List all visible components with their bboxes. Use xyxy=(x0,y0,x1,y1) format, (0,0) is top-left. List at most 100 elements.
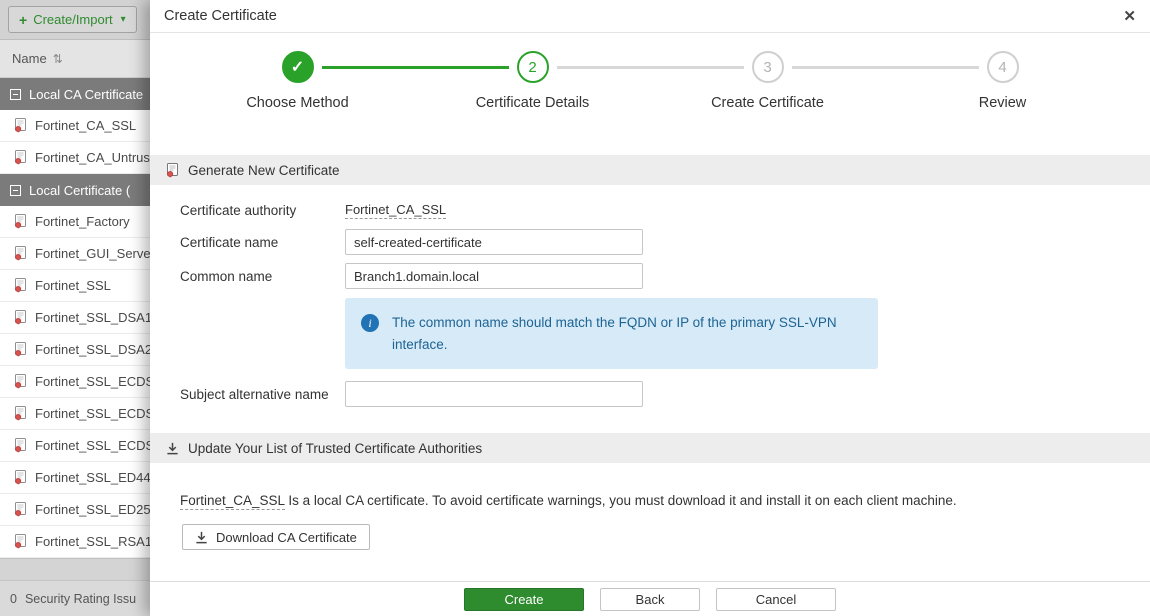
list-item[interactable]: Fortinet_SSL_ECDSA256 xyxy=(0,366,150,398)
certificate-icon xyxy=(14,438,27,453)
step-label: Choose Method xyxy=(246,95,348,111)
list-item[interactable]: Fortinet_SSL_DSA2048 xyxy=(0,334,150,366)
step-1[interactable]: ✓ Choose Method xyxy=(180,51,415,111)
cancel-button[interactable]: Cancel xyxy=(716,588,836,611)
row-label: Local CA Certificate xyxy=(29,87,143,102)
create-import-button[interactable]: + Create/Import ▾ xyxy=(8,6,137,33)
create-import-label: Create/Import xyxy=(33,12,112,27)
row-label: Fortinet_Factory xyxy=(35,214,130,229)
certificate-authority-value[interactable]: Fortinet_CA_SSL xyxy=(345,202,446,219)
certificate-icon xyxy=(166,163,179,178)
modal-title: Create Certificate xyxy=(164,8,277,24)
row-label: Fortinet_SSL_DSA1024 xyxy=(35,310,150,325)
certificate-name-input[interactable] xyxy=(345,229,643,255)
step-label: Review xyxy=(979,95,1027,111)
section-row[interactable]: Local CA Certificate xyxy=(0,78,150,110)
certificate-icon xyxy=(14,470,27,485)
section-generate-certificate: Generate New Certificate xyxy=(150,155,1150,185)
step-label: Certificate Details xyxy=(476,95,590,111)
certificate-icon xyxy=(14,406,27,421)
list-item[interactable]: Fortinet_SSL_RSA1024 xyxy=(0,526,150,558)
modal-footer: Create Back Cancel xyxy=(150,581,1150,616)
common-name-input[interactable] xyxy=(345,263,643,289)
ca-name-link[interactable]: Fortinet_CA_SSL xyxy=(180,493,285,510)
create-certificate-modal: Create Certificate ✕ ✓ Choose Method 2 Cert… xyxy=(150,0,1150,616)
create-button[interactable]: Create xyxy=(464,588,584,611)
step-number: 2 xyxy=(517,51,549,83)
list-item[interactable]: Fortinet_Factory xyxy=(0,206,150,238)
field-row-certificate-name: Certificate name xyxy=(180,229,1120,255)
certificate-icon xyxy=(14,246,27,261)
row-label: Fortinet_SSL_ED448 xyxy=(35,470,150,485)
collapse-icon xyxy=(10,89,21,100)
subject-alternative-name-input[interactable] xyxy=(345,381,643,407)
row-label: Fortinet_SSL_ECDSA384 xyxy=(35,406,150,421)
certificate-icon xyxy=(14,502,27,517)
status-count: 0 xyxy=(10,592,17,606)
info-icon: i xyxy=(361,314,379,332)
row-label: Fortinet_SSL_ECDSA521 xyxy=(35,438,150,453)
row-label: Fortinet_SSL xyxy=(35,278,111,293)
row-label: Fortinet_CA_Untrusted xyxy=(35,150,150,165)
certificate-icon xyxy=(14,150,27,165)
list-item[interactable]: Fortinet_SSL_ECDSA384 xyxy=(0,398,150,430)
field-label-common-name: Common name xyxy=(180,269,345,284)
section-update-trusted-ca: Update Your List of Trusted Certificate … xyxy=(150,433,1150,463)
list-item[interactable]: Fortinet_SSL_ED448 xyxy=(0,462,150,494)
certificate-form: Certificate authority Fortinet_CA_SSL Ce… xyxy=(150,185,1150,407)
row-label: Fortinet_SSL_RSA1024 xyxy=(35,534,150,549)
certificate-icon xyxy=(14,534,27,549)
close-icon[interactable]: ✕ xyxy=(1123,9,1136,24)
certificate-icon xyxy=(14,214,27,229)
chevron-down-icon: ▾ xyxy=(121,14,126,25)
step-4[interactable]: 4 Review xyxy=(885,51,1120,111)
row-label: Fortinet_SSL_ED25519 xyxy=(35,502,150,517)
step-number: 4 xyxy=(987,51,1019,83)
step-2[interactable]: 2 Certificate Details xyxy=(415,51,650,111)
plus-icon: + xyxy=(19,12,27,28)
horizontal-scrollbar[interactable] xyxy=(0,558,150,580)
status-label: Security Rating Issu xyxy=(25,592,136,606)
field-label-certificate-name: Certificate name xyxy=(180,235,345,250)
field-label-certificate-authority: Certificate authority xyxy=(180,203,345,218)
step-label: Create Certificate xyxy=(711,95,824,111)
row-label: Fortinet_SSL_DSA2048 xyxy=(35,342,150,357)
collapse-icon xyxy=(10,185,21,196)
ca-description-text: Is a local CA certificate. To avoid cert… xyxy=(288,493,956,508)
ca-description: Fortinet_CA_SSL Is a local CA certificat… xyxy=(180,493,1120,508)
download-icon xyxy=(195,531,208,544)
section-row[interactable]: Local Certificate ( xyxy=(0,174,150,206)
field-label-subject-alternative-name: Subject alternative name xyxy=(180,387,345,402)
list-item[interactable]: Fortinet_SSL_ECDSA521 xyxy=(0,430,150,462)
section-title: Generate New Certificate xyxy=(188,163,340,178)
certificate-icon xyxy=(14,342,27,357)
field-row-common-name: Common name xyxy=(180,263,1120,289)
sort-icon: ⇅ xyxy=(53,52,63,66)
table-toolbar: + Create/Import ▾ xyxy=(0,0,150,40)
field-row-certificate-authority: Certificate authority Fortinet_CA_SSL xyxy=(180,199,1120,221)
list-item[interactable]: Fortinet_GUI_Server xyxy=(0,238,150,270)
certificates-sidebar: + Create/Import ▾ Name ⇅ Local CA Certif… xyxy=(0,0,150,616)
download-icon xyxy=(166,442,179,455)
back-button[interactable]: Back xyxy=(600,588,700,611)
certificate-icon xyxy=(14,310,27,325)
list-item[interactable]: Fortinet_CA_SSL xyxy=(0,110,150,142)
field-row-subject-alternative-name: Subject alternative name xyxy=(180,381,1120,407)
step-3[interactable]: 3 Create Certificate xyxy=(650,51,885,111)
download-ca-certificate-button[interactable]: Download CA Certificate xyxy=(182,524,370,550)
list-item[interactable]: Fortinet_SSL xyxy=(0,270,150,302)
list-item[interactable]: Fortinet_SSL_ED25519 xyxy=(0,494,150,526)
row-label: Local Certificate ( xyxy=(29,183,130,198)
column-header-name[interactable]: Name ⇅ xyxy=(0,40,150,78)
section-title: Update Your List of Trusted Certificate … xyxy=(188,441,482,456)
check-icon: ✓ xyxy=(282,51,314,83)
info-box: i The common name should match the FQDN … xyxy=(345,298,878,369)
status-bar[interactable]: 0 Security Rating Issu xyxy=(0,580,150,616)
certificate-icon xyxy=(14,118,27,133)
step-number: 3 xyxy=(752,51,784,83)
list-item[interactable]: Fortinet_SSL_DSA1024 xyxy=(0,302,150,334)
list-item[interactable]: Fortinet_CA_Untrusted xyxy=(0,142,150,174)
modal-titlebar: Create Certificate ✕ xyxy=(150,0,1150,33)
certificate-icon xyxy=(14,278,27,293)
stepper: ✓ Choose Method 2 Certificate Details 3 Creat… xyxy=(150,33,1150,131)
